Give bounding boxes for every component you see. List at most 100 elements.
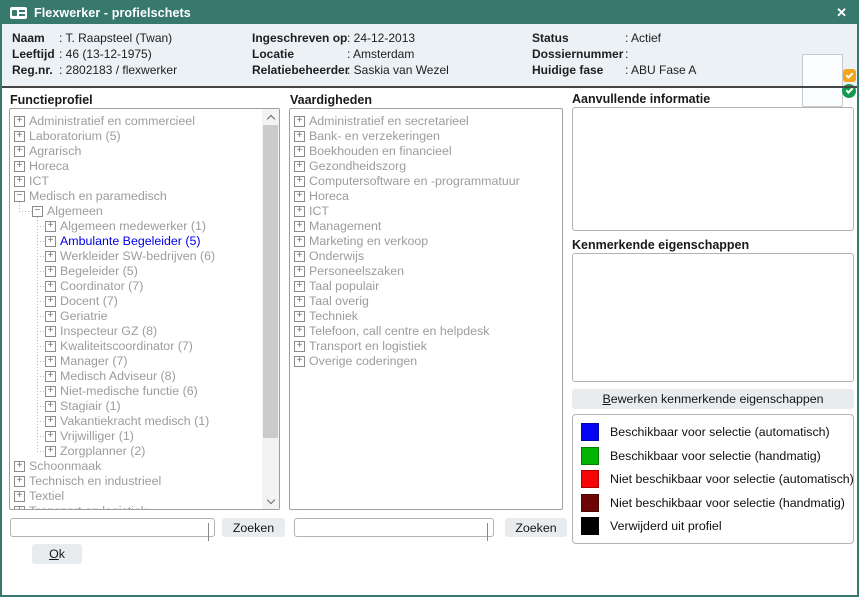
expand-toggle-icon[interactable]: +	[294, 131, 305, 142]
bewerken-kenmerkende-eigenschappen-button[interactable]: Bewerken kenmerkende eigenschappen	[572, 389, 854, 409]
chevron-down-icon[interactable]	[487, 523, 488, 541]
expand-toggle-icon[interactable]: +	[14, 116, 25, 127]
tree-item[interactable]: +Overige coderingen	[290, 354, 562, 369]
expand-toggle-icon[interactable]: +	[294, 176, 305, 187]
tree-item[interactable]: +Administratief en commercieel	[10, 114, 279, 129]
vaardigheden-zoeken-button[interactable]: Zoeken	[505, 518, 567, 537]
tree-item[interactable]: +Techniek	[290, 309, 562, 324]
collapse-toggle-icon[interactable]: −	[32, 206, 43, 217]
expand-toggle-icon[interactable]: +	[294, 266, 305, 277]
aanvullende-informatie-textarea[interactable]	[572, 107, 854, 231]
tree-item[interactable]: +ICT	[10, 174, 279, 189]
expand-toggle-icon[interactable]: +	[45, 446, 56, 457]
tree-item[interactable]: +Agrarisch	[10, 144, 279, 159]
expand-toggle-icon[interactable]: +	[294, 116, 305, 127]
expand-toggle-icon[interactable]: +	[45, 386, 56, 397]
expand-toggle-icon[interactable]: +	[45, 431, 56, 442]
tree-item[interactable]: +Administratief en secretarieel	[290, 114, 562, 129]
tree-item[interactable]: +Technisch en industrieel	[10, 474, 279, 489]
expand-toggle-icon[interactable]: +	[14, 176, 25, 187]
tree-item[interactable]: +Algemeen medewerker (1)	[10, 219, 279, 234]
tree-item[interactable]: +Bank- en verzekeringen	[290, 129, 562, 144]
tree-item[interactable]: +Marketing en verkoop	[290, 234, 562, 249]
scrollbar-thumb[interactable]	[263, 125, 278, 438]
close-icon[interactable]: ✕	[836, 5, 847, 21]
tree-item[interactable]: +Horeca	[10, 159, 279, 174]
expand-toggle-icon[interactable]: +	[294, 281, 305, 292]
scroll-up-icon[interactable]	[262, 109, 279, 125]
expand-toggle-icon[interactable]: +	[45, 236, 56, 247]
expand-toggle-icon[interactable]: +	[294, 296, 305, 307]
expand-toggle-icon[interactable]: +	[294, 326, 305, 337]
tree-item[interactable]: +ICT	[290, 204, 562, 219]
functieprofiel-scrollbar[interactable]	[262, 109, 279, 509]
tree-item[interactable]: −Algemeen	[10, 204, 279, 219]
tree-item[interactable]: +Manager (7)	[10, 354, 279, 369]
tree-item[interactable]: +Zorgplanner (2)	[10, 444, 279, 459]
tree-item[interactable]: +Inspecteur GZ (8)	[10, 324, 279, 339]
expand-toggle-icon[interactable]: +	[45, 311, 56, 322]
expand-toggle-icon[interactable]: +	[14, 161, 25, 172]
expand-toggle-icon[interactable]: +	[294, 191, 305, 202]
tree-item[interactable]: +Telefoon, call centre en helpdesk	[290, 324, 562, 339]
expand-toggle-icon[interactable]: +	[294, 206, 305, 217]
tree-item[interactable]: +Begeleider (5)	[10, 264, 279, 279]
expand-toggle-icon[interactable]: +	[45, 401, 56, 412]
tree-item[interactable]: +Stagiair (1)	[10, 399, 279, 414]
expand-toggle-icon[interactable]: +	[294, 146, 305, 157]
expand-toggle-icon[interactable]: +	[45, 356, 56, 367]
vaardigheden-search-input[interactable]	[299, 520, 473, 535]
expand-toggle-icon[interactable]: +	[14, 476, 25, 487]
tree-item[interactable]: +Schoonmaak	[10, 459, 279, 474]
expand-toggle-icon[interactable]: +	[294, 251, 305, 262]
expand-toggle-icon[interactable]: +	[14, 131, 25, 142]
tree-item[interactable]: +Werkleider SW-bedrijven (6)	[10, 249, 279, 264]
tree-item[interactable]: +Onderwijs	[290, 249, 562, 264]
tree-item[interactable]: +Medisch Adviseur (8)	[10, 369, 279, 384]
expand-toggle-icon[interactable]: +	[294, 356, 305, 367]
expand-toggle-icon[interactable]: +	[294, 236, 305, 247]
expand-toggle-icon[interactable]: +	[45, 326, 56, 337]
tree-item[interactable]: +Management	[290, 219, 562, 234]
ok-button[interactable]: Ok	[32, 544, 82, 564]
expand-toggle-icon[interactable]: +	[45, 341, 56, 352]
tree-item[interactable]: +Taal overig	[290, 294, 562, 309]
functieprofiel-search-combobox[interactable]	[10, 518, 215, 537]
expand-toggle-icon[interactable]: +	[14, 506, 25, 509]
expand-toggle-icon[interactable]: +	[45, 371, 56, 382]
tree-item[interactable]: +Niet-medische functie (6)	[10, 384, 279, 399]
tree-item[interactable]: +Geriatrie	[10, 309, 279, 324]
expand-toggle-icon[interactable]: +	[45, 221, 56, 232]
expand-toggle-icon[interactable]: +	[294, 221, 305, 232]
tree-item[interactable]: +Docent (7)	[10, 294, 279, 309]
scroll-down-icon[interactable]	[262, 493, 279, 509]
tree-item[interactable]: +Personeelszaken	[290, 264, 562, 279]
expand-toggle-icon[interactable]: +	[14, 146, 25, 157]
tree-item[interactable]: +Transport en logistiek	[10, 504, 279, 509]
expand-toggle-icon[interactable]: +	[294, 161, 305, 172]
expand-toggle-icon[interactable]: +	[294, 341, 305, 352]
expand-toggle-icon[interactable]: +	[45, 266, 56, 277]
collapse-toggle-icon[interactable]: −	[14, 191, 25, 202]
tree-item[interactable]: +Transport en logistiek	[290, 339, 562, 354]
expand-toggle-icon[interactable]: +	[294, 311, 305, 322]
tree-item[interactable]: −Medisch en paramedisch	[10, 189, 279, 204]
expand-toggle-icon[interactable]: +	[45, 251, 56, 262]
tree-item[interactable]: +Boekhouden en financieel	[290, 144, 562, 159]
tree-item[interactable]: +Gezondheidszorg	[290, 159, 562, 174]
kenmerkende-eigenschappen-textarea[interactable]	[572, 253, 854, 382]
expand-toggle-icon[interactable]: +	[45, 296, 56, 307]
functieprofiel-zoeken-button[interactable]: Zoeken	[222, 518, 285, 537]
tree-item[interactable]: +Laboratorium (5)	[10, 129, 279, 144]
tree-item[interactable]: +Textiel	[10, 489, 279, 504]
tree-item[interactable]: +Vakantiekracht medisch (1)	[10, 414, 279, 429]
expand-toggle-icon[interactable]: +	[14, 491, 25, 502]
tree-item[interactable]: +Horeca	[290, 189, 562, 204]
tree-item[interactable]: +Vrijwilliger (1)	[10, 429, 279, 444]
tree-item[interactable]: +Taal populair	[290, 279, 562, 294]
tree-item[interactable]: +Ambulante Begeleider (5)	[10, 234, 279, 249]
expand-toggle-icon[interactable]: +	[14, 461, 25, 472]
chevron-down-icon[interactable]	[208, 523, 209, 541]
tree-item[interactable]: +Computersoftware en -programmatuur	[290, 174, 562, 189]
tree-item[interactable]: +Kwaliteitscoordinator (7)	[10, 339, 279, 354]
